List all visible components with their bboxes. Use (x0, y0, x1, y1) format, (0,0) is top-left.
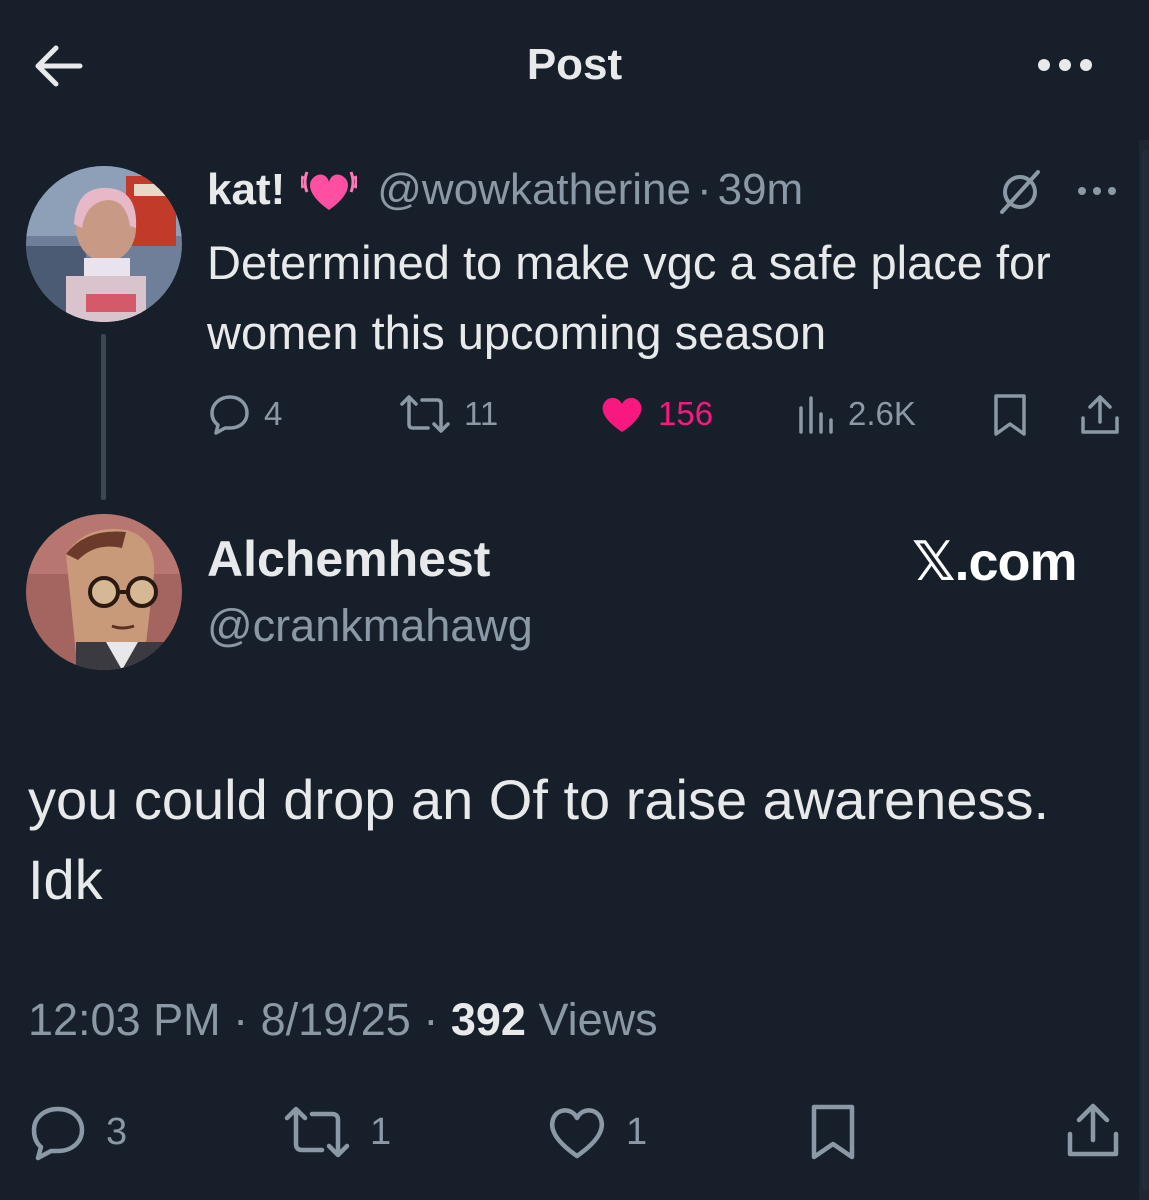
heart-emoji-icon (300, 162, 359, 218)
original-share-button[interactable] (1078, 392, 1122, 438)
original-author-handle[interactable]: @wowkatherine (377, 165, 691, 215)
reply-text-line-2: Idk (28, 848, 103, 911)
like-icon (602, 397, 642, 432)
grok-icon[interactable] (996, 168, 1044, 216)
original-bookmark-button[interactable] (990, 392, 1030, 438)
reply-icon (210, 395, 249, 435)
original-post-time[interactable]: 39m (718, 165, 804, 215)
original-repost-button[interactable]: 11 (398, 392, 498, 436)
reply-repost-button[interactable]: 1 (282, 1102, 391, 1162)
scrollbar-thumb[interactable] (1142, 150, 1148, 1190)
reply-repost-count: 1 (370, 1110, 392, 1153)
reply-bookmark-button[interactable] (806, 1102, 860, 1162)
separator-dot: · (423, 994, 439, 1045)
original-author-avatar[interactable] (26, 166, 182, 322)
reply-metadata: 12:03 PM · 8/19/25 · 392 Views (28, 994, 658, 1046)
original-views-count: 2.6K (848, 395, 916, 432)
repost-icon (400, 395, 450, 433)
reply-author-handle[interactable]: @crankmahawg (207, 600, 533, 652)
more-options-button[interactable] (1030, 50, 1100, 80)
reply-views-label: Views (538, 994, 658, 1045)
reply-text-line-1: you could drop an Of to raise awareness. (28, 768, 1050, 831)
reply-icon (31, 1106, 85, 1161)
reply-time[interactable]: 12:03 PM (28, 994, 221, 1045)
top-bar: Post (0, 0, 1149, 135)
views-icon (799, 396, 833, 434)
bookmark-icon (811, 1104, 855, 1160)
original-post-text: Determined to make vgc a safe place for … (207, 236, 1051, 359)
reply-like-button[interactable]: 1 (546, 1102, 647, 1162)
separator-dot: · (696, 165, 712, 214)
x-com-watermark: 𝕏.com (912, 532, 1078, 592)
share-icon (1081, 395, 1119, 434)
original-views-button[interactable]: 2.6K (796, 392, 916, 436)
original-post-header: kat! @wowkatherine · 39m (207, 160, 803, 220)
reply-author-avatar[interactable] (26, 514, 182, 670)
original-reply-count: 4 (264, 395, 283, 432)
reply-author-name[interactable]: Alchemhest (207, 530, 490, 588)
reply-views-count[interactable]: 392 (451, 994, 526, 1045)
reply-share-button[interactable] (1064, 1100, 1122, 1162)
reply-like-count: 1 (626, 1110, 648, 1153)
original-like-count: 156 (658, 395, 714, 432)
more-icon (1078, 187, 1116, 195)
original-reply-button[interactable]: 4 (208, 392, 282, 436)
separator-dot: · (233, 994, 249, 1045)
thread-connector-line (101, 334, 106, 500)
share-icon (1067, 1103, 1119, 1157)
repost-icon (284, 1106, 350, 1158)
original-repost-count: 11 (464, 395, 499, 432)
bookmark-icon (994, 394, 1026, 436)
original-author-name[interactable]: kat! (207, 165, 285, 215)
like-icon (550, 1108, 604, 1159)
original-like-button[interactable]: 156 (598, 392, 713, 436)
more-icon (1038, 59, 1092, 71)
reply-text: you could drop an Of to raise awareness.… (28, 760, 1128, 920)
reply-reply-count: 3 (106, 1110, 128, 1153)
reply-reply-button[interactable]: 3 (28, 1102, 127, 1162)
reply-date[interactable]: 8/19/25 (261, 994, 411, 1045)
page-title: Post (526, 40, 623, 89)
original-post-more-button[interactable] (1072, 180, 1122, 202)
